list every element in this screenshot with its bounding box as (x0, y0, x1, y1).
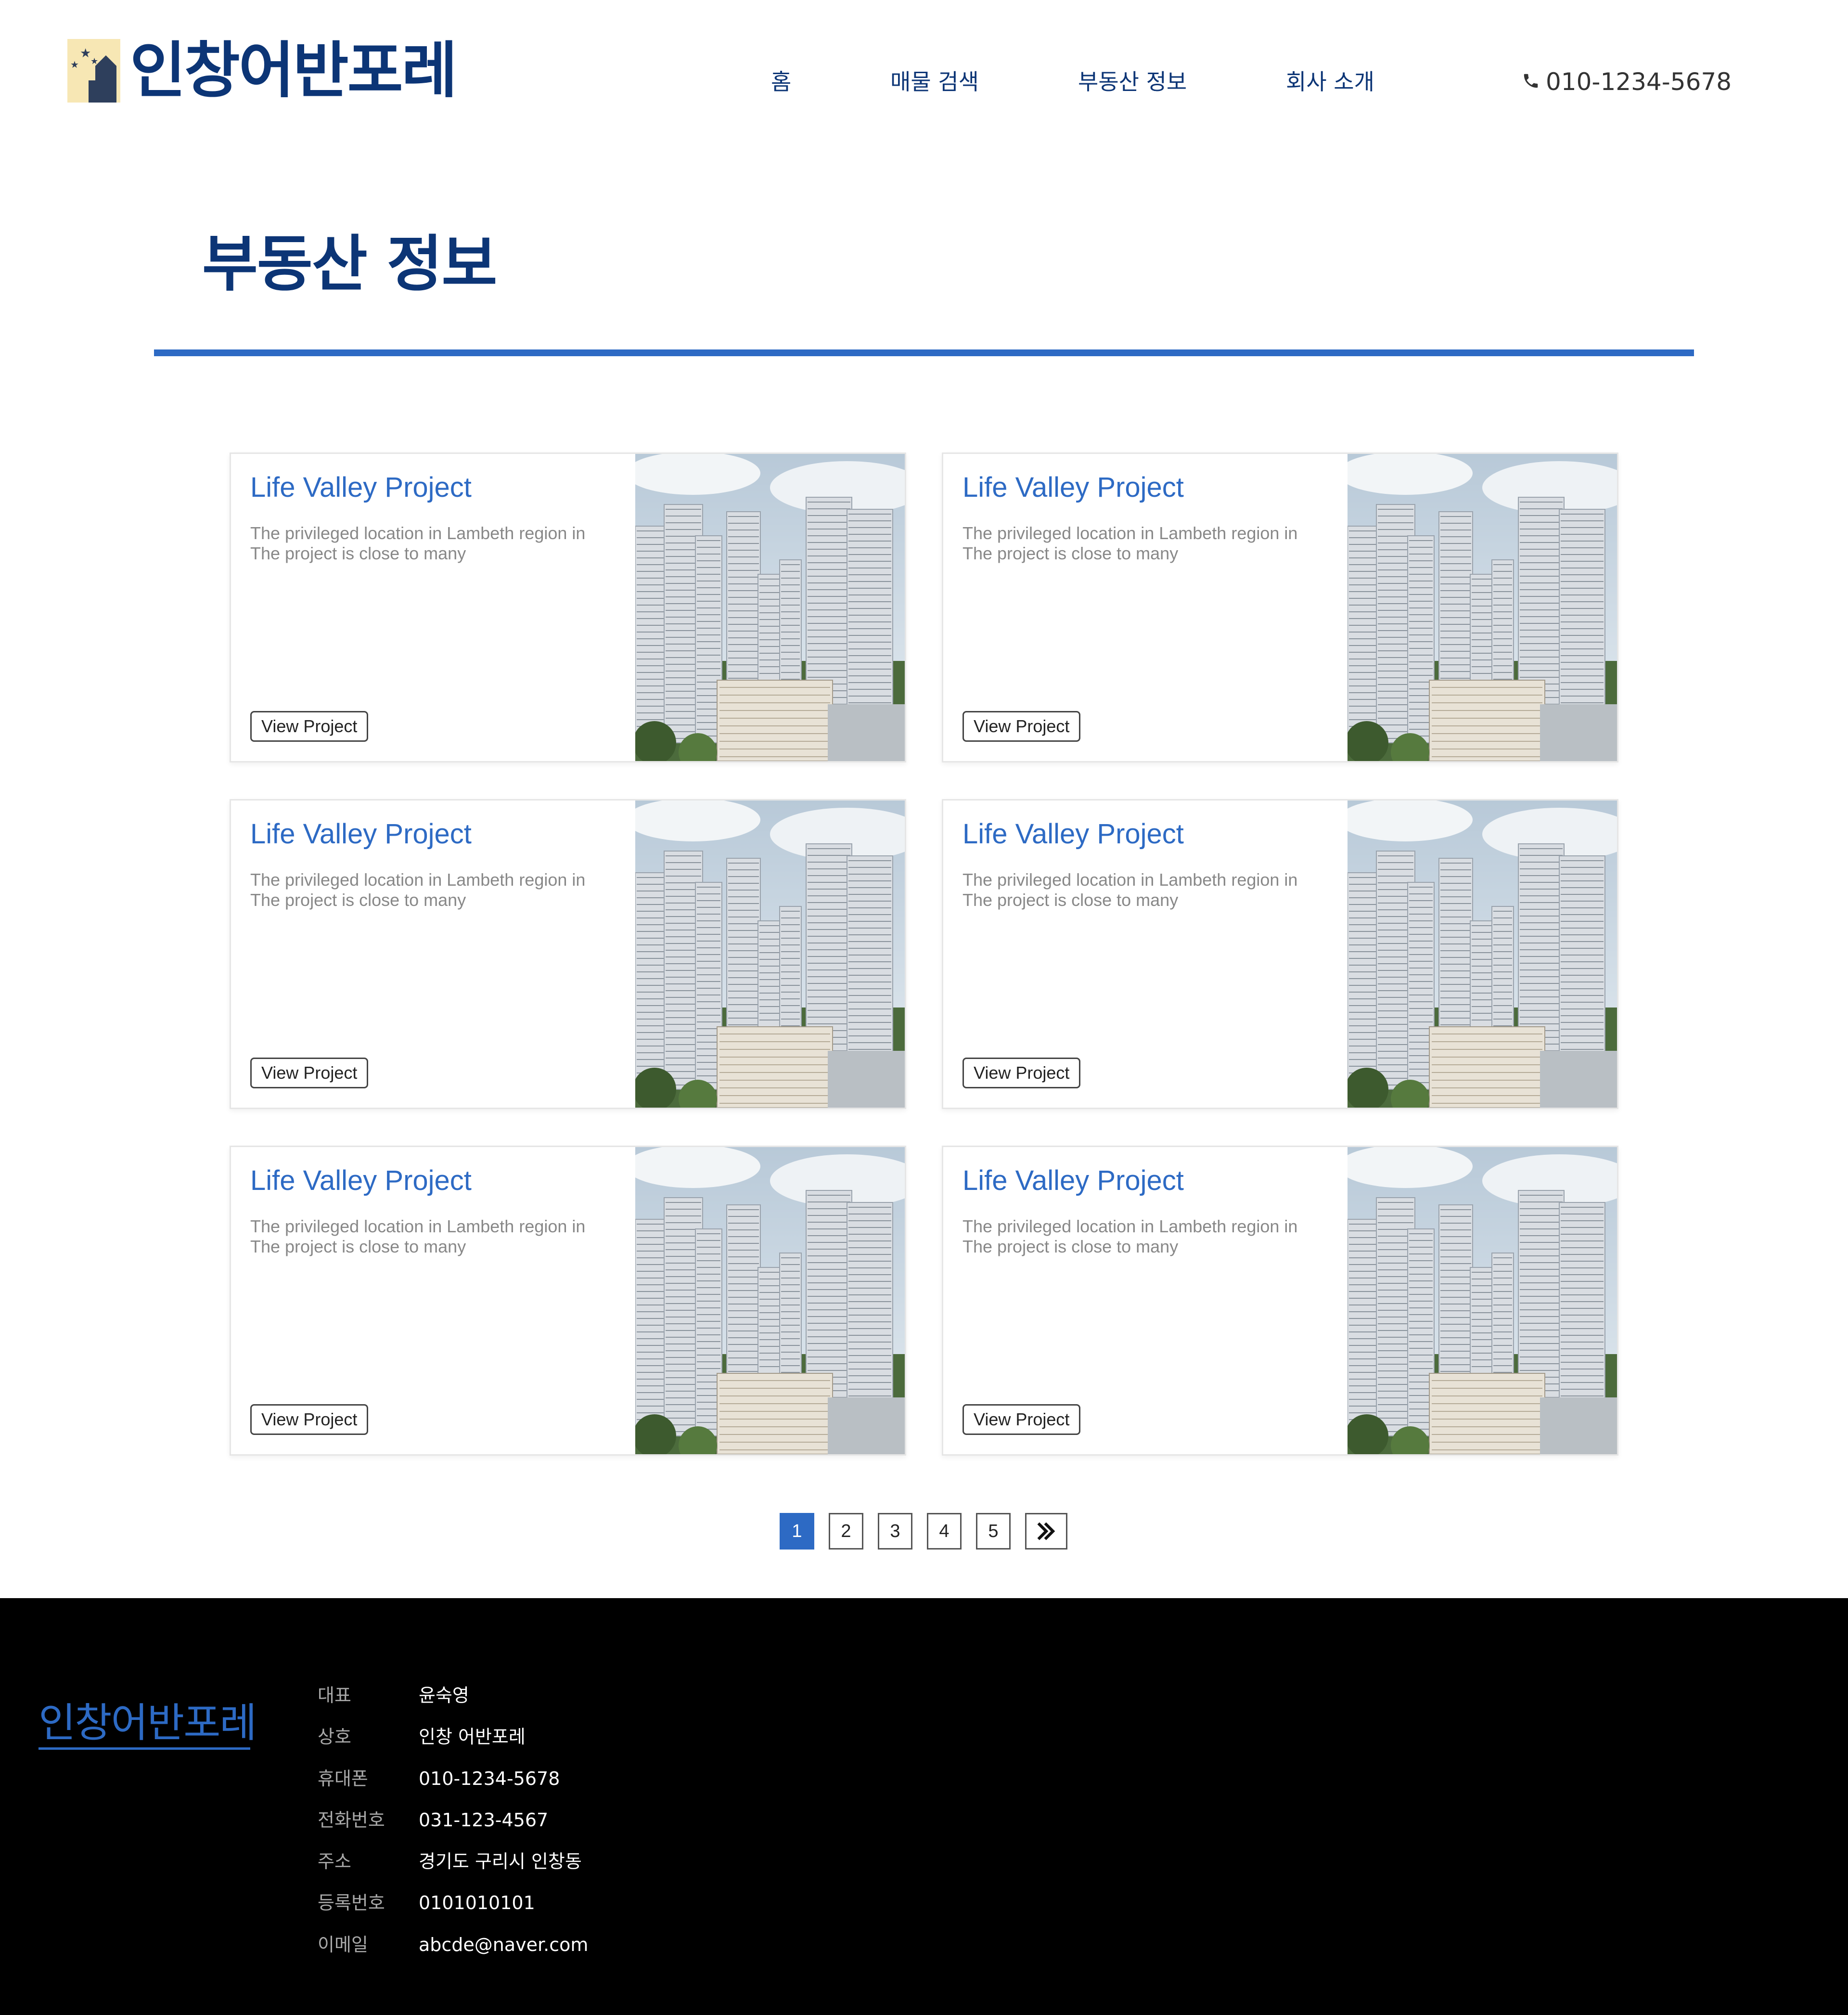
info-label: 전화번호 (318, 1809, 385, 1831)
project-description-line: The project is close to many (962, 1237, 1179, 1256)
project-card: Life Valley Project The privileged locat… (942, 1146, 1618, 1456)
info-label: 주소 (318, 1851, 351, 1872)
info-label: 이메일 (318, 1934, 368, 1955)
info-value: 031-123-4567 (419, 1809, 549, 1831)
site-header: ★ ★ ★ 인창어반포레 홈 매물 검색 부동산 정보 회사 소개 010-12… (0, 0, 1848, 144)
pagination: 1 2 3 4 5 (0, 1513, 1848, 1550)
project-description-line: The project is close to many (962, 543, 1179, 563)
double-chevron-right-icon (1037, 1522, 1055, 1540)
header-phone[interactable]: 010-1234-5678 (1522, 63, 1732, 101)
info-value: 010-1234-5678 (419, 1768, 560, 1789)
project-description: The privileged location in Lambeth regio… (250, 523, 635, 564)
phone-number: 010-1234-5678 (1546, 68, 1732, 96)
project-title[interactable]: Life Valley Project (962, 471, 1184, 504)
footer-info-company: 상호 인창 어반포레 (318, 1722, 991, 1751)
nav-item-home[interactable]: 홈 (771, 63, 791, 101)
project-description-line: The privileged location in Lambeth regio… (250, 870, 586, 890)
project-description-line: The privileged location in Lambeth regio… (250, 1216, 586, 1236)
footer-info-email: 이메일 abcde@naver.com (318, 1930, 991, 1959)
project-card: Life Valley Project The privileged locat… (942, 452, 1618, 762)
footer-logo[interactable]: 인창어반포레 (38, 1691, 257, 1749)
info-label: 휴대폰 (318, 1768, 368, 1789)
svg-text:★: ★ (80, 46, 91, 61)
project-title[interactable]: Life Valley Project (962, 1164, 1184, 1197)
project-description-line: The privileged location in Lambeth regio… (962, 523, 1298, 543)
project-title[interactable]: Life Valley Project (962, 818, 1184, 850)
info-label: 등록번호 (318, 1892, 385, 1913)
page-5-button[interactable]: 5 (976, 1513, 1011, 1550)
project-card: Life Valley Project The privileged locat… (230, 1146, 906, 1456)
project-description: The privileged location in Lambeth regio… (250, 870, 635, 910)
project-card: Life Valley Project The privileged locat… (942, 799, 1618, 1109)
page-2-button[interactable]: 2 (829, 1513, 863, 1550)
view-project-button[interactable]: View Project (250, 1404, 369, 1435)
project-image[interactable] (635, 801, 905, 1108)
info-value[interactable]: abcde@naver.com (419, 1930, 588, 1959)
info-value: 인창 어반포레 (419, 1726, 526, 1747)
page-1-button[interactable]: 1 (780, 1513, 814, 1550)
site-footer: 인창어반포레 대표 윤숙영 상호 인창 어반포레 휴대폰 010-1234-56… (0, 1598, 1848, 2015)
info-label: 상호 (318, 1726, 351, 1747)
nav-item-real-estate-info[interactable]: 부동산 정보 (1078, 63, 1187, 101)
project-image[interactable] (635, 454, 905, 761)
project-title[interactable]: Life Valley Project (250, 471, 472, 504)
info-value: 0101010101 (419, 1892, 535, 1913)
project-description: The privileged location in Lambeth regio… (250, 1216, 635, 1257)
view-project-button[interactable]: View Project (250, 1058, 369, 1088)
project-description-line: The privileged location in Lambeth regio… (962, 1216, 1298, 1236)
project-title[interactable]: Life Valley Project (250, 818, 472, 850)
project-image[interactable] (1348, 801, 1617, 1108)
project-description: The privileged location in Lambeth regio… (962, 870, 1348, 910)
view-project-button[interactable]: View Project (250, 711, 369, 742)
project-description-line: The project is close to many (250, 1237, 466, 1256)
page-4-button[interactable]: 4 (927, 1513, 962, 1550)
project-description-line: The project is close to many (962, 890, 1179, 910)
footer-info-phone: 전화번호 031-123-4567 (318, 1806, 991, 1834)
project-image[interactable] (1348, 1147, 1617, 1454)
footer-info-address: 주소 경기도 구리시 인창동 (318, 1847, 991, 1876)
project-description: The privileged location in Lambeth regio… (962, 1216, 1348, 1257)
project-description-line: The privileged location in Lambeth regio… (962, 870, 1298, 890)
project-description-line: The privileged location in Lambeth regio… (250, 523, 586, 543)
nav-item-property-search[interactable]: 매물 검색 (890, 63, 979, 101)
project-title[interactable]: Life Valley Project (250, 1164, 472, 1197)
next-pages-button[interactable] (1025, 1513, 1067, 1550)
info-value: 윤숙영 (419, 1685, 469, 1706)
title-divider (154, 349, 1694, 356)
project-description-line: The project is close to many (250, 890, 466, 910)
info-value: 경기도 구리시 인창동 (419, 1851, 582, 1872)
project-image[interactable] (635, 1147, 905, 1454)
view-project-button[interactable]: View Project (962, 1058, 1081, 1088)
project-card: Life Valley Project The privileged locat… (230, 452, 906, 762)
info-label: 대표 (318, 1685, 351, 1706)
project-description: The privileged location in Lambeth regio… (962, 523, 1348, 564)
page-title: 부동산 정보 (202, 229, 497, 299)
nav-item-company-intro[interactable]: 회사 소개 (1286, 63, 1374, 101)
footer-info-registration: 등록번호 0101010101 (318, 1888, 991, 1917)
footer-logo-underline (38, 1747, 250, 1750)
page-3-button[interactable]: 3 (878, 1513, 912, 1550)
project-card: Life Valley Project The privileged locat… (230, 799, 906, 1109)
view-project-button[interactable]: View Project (962, 1404, 1081, 1435)
project-description-line: The project is close to many (250, 543, 466, 563)
footer-info-ceo: 대표 윤숙영 (318, 1681, 991, 1710)
view-project-button[interactable]: View Project (962, 711, 1081, 742)
phone-icon (1522, 68, 1546, 96)
footer-info-mobile: 휴대폰 010-1234-5678 (318, 1764, 991, 1793)
project-image[interactable] (1348, 454, 1617, 761)
